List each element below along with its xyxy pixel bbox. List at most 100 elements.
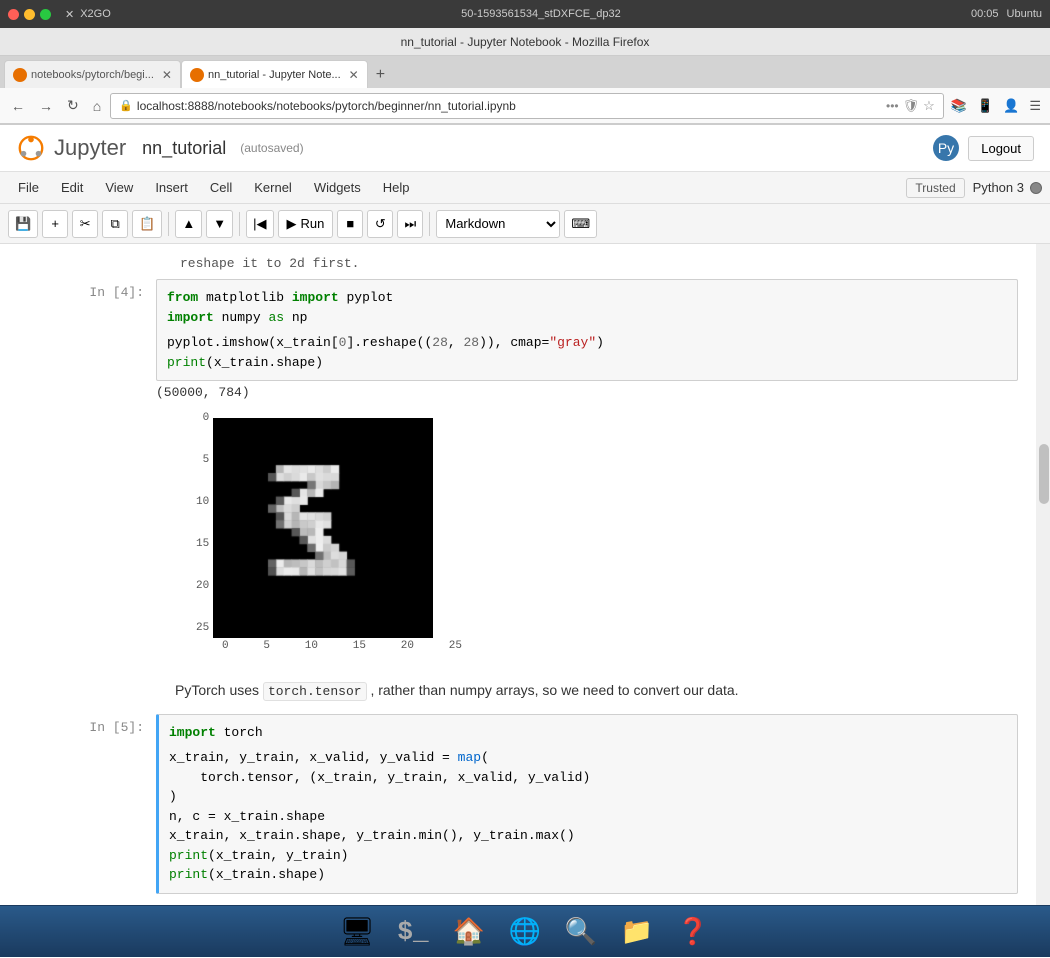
close-button[interactable] xyxy=(8,9,19,20)
terminal-icon: $_ xyxy=(397,917,428,947)
user-icon[interactable]: 👤 xyxy=(1000,95,1022,117)
x-axis-labels: 0 5 10 15 20 25 xyxy=(222,638,462,652)
move-up-button[interactable]: ▲ xyxy=(175,210,202,238)
scrollbar-thumb[interactable] xyxy=(1039,444,1049,504)
jupyter-wordmark: Jupyter xyxy=(54,135,126,161)
cut-button[interactable]: ✂ xyxy=(72,210,98,238)
jupyter-container: Jupyter nn_tutorial (autosaved) Py Logou… xyxy=(0,125,1050,958)
prev-button[interactable]: |◀ xyxy=(246,210,273,238)
forward-button[interactable]: → xyxy=(34,94,58,118)
trusted-badge: Trusted xyxy=(906,178,964,198)
menu-help[interactable]: Help xyxy=(373,176,420,199)
save-button[interactable]: 💾 xyxy=(8,210,38,238)
prose-text-before: PyTorch uses xyxy=(175,682,259,698)
taskbar-files-icon[interactable]: 📁 xyxy=(617,912,657,952)
plot-canvas-container xyxy=(213,418,433,638)
minimize-button[interactable] xyxy=(24,9,35,20)
address-text: localhost:8888/notebooks/notebooks/pytor… xyxy=(137,99,882,113)
cell-type-select[interactable]: Markdown Code Raw NBConvert Heading xyxy=(436,210,560,238)
search-icon: 🔍 xyxy=(565,916,597,947)
restart-button[interactable]: ↺ xyxy=(367,210,393,238)
add-cell-button[interactable]: + xyxy=(42,210,68,238)
system-bar-right: 00:05 Ubuntu xyxy=(971,8,1042,20)
keyboard-shortcut-button[interactable]: ⌨ xyxy=(564,210,597,238)
stop-button[interactable]: ■ xyxy=(337,210,363,238)
tab1-label: notebooks/pytorch/begi... xyxy=(31,69,154,81)
cell-4-line-5: print(x_train.shape) xyxy=(167,353,1007,373)
browser-title-text: nn_tutorial - Jupyter Notebook - Mozilla… xyxy=(401,35,650,49)
system-bar-left: ✕ X2GO xyxy=(8,8,111,21)
copy-button[interactable]: ⧉ xyxy=(102,210,128,238)
jupyter-logo: Jupyter nn_tutorial (autosaved) xyxy=(16,133,304,163)
jupyter-header-right: Py Logout xyxy=(932,134,1034,162)
cell-4-content[interactable]: from matplotlib import pyplot import num… xyxy=(156,279,1018,381)
tab1-close[interactable]: ✕ xyxy=(162,68,172,82)
files-icon: 📁 xyxy=(621,916,653,947)
reload-button[interactable]: ↻ xyxy=(62,93,84,118)
menu-widgets[interactable]: Widgets xyxy=(304,176,371,199)
synced-tabs-icon[interactable]: 📱 xyxy=(974,95,996,117)
tab2-close[interactable]: ✕ xyxy=(349,68,359,82)
autosaved-label: (autosaved) xyxy=(240,141,303,155)
notebook-wrapper: reshape it to 2d first. In [4]: from mat… xyxy=(0,244,1050,909)
system-bar-center: 50-1593561534_stDXFCE_dp32 xyxy=(461,8,621,20)
browser-tabs: notebooks/pytorch/begi... ✕ nn_tutorial … xyxy=(0,56,1050,88)
system-os: Ubuntu xyxy=(1007,8,1042,20)
address-bar[interactable]: 🔒 localhost:8888/notebooks/notebooks/pyt… xyxy=(110,93,944,119)
code-cell-4: In [4]: from matplotlib import pyplot im… xyxy=(16,279,1018,381)
x2go-label: ✕ xyxy=(65,8,74,21)
scrollbar[interactable] xyxy=(1036,244,1050,909)
notebook-title[interactable]: nn_tutorial xyxy=(142,138,226,159)
output-shape: (50000, 784) xyxy=(156,385,1018,400)
kernel-name: Python 3 xyxy=(973,180,1024,195)
more-options-icon[interactable]: ••• xyxy=(886,99,899,113)
kw-import2: import xyxy=(167,310,214,325)
star-icon[interactable]: ☆ xyxy=(923,98,935,114)
logout-button[interactable]: Logout xyxy=(968,136,1034,161)
scroll-text: reshape it to 2d first. xyxy=(180,256,359,271)
y-label-20: 20 xyxy=(196,580,209,592)
browser-tab-1[interactable]: notebooks/pytorch/begi... ✕ xyxy=(4,60,181,88)
cell-5-line-4: torch.tensor, (x_train, y_train, x_valid… xyxy=(169,768,1007,788)
cell-5-content[interactable]: import torch x_train, y_train, x_valid, … xyxy=(156,714,1018,894)
menu-file[interactable]: File xyxy=(8,176,49,199)
browser-tab-2[interactable]: nn_tutorial - Jupyter Note... ✕ xyxy=(181,60,368,88)
code-cell-5: In [5]: import torch x_train, y_train, x… xyxy=(16,714,1018,894)
new-tab-button[interactable]: + xyxy=(368,62,393,88)
taskbar-home-icon[interactable]: 🏠 xyxy=(449,912,489,952)
digit-canvas xyxy=(213,418,433,638)
menu-insert[interactable]: Insert xyxy=(145,176,198,199)
prose-text-after: , rather than numpy arrays, so we need t… xyxy=(370,682,738,698)
menu-icon[interactable]: ☰ xyxy=(1026,95,1044,117)
cell-4-line-1: from matplotlib import pyplot xyxy=(167,288,1007,308)
menu-edit[interactable]: Edit xyxy=(51,176,93,199)
lock-icon: 🔒 xyxy=(119,99,133,112)
menu-kernel[interactable]: Kernel xyxy=(244,176,302,199)
taskbar-monitor-icon[interactable]: 🖥 xyxy=(337,912,377,952)
menu-view[interactable]: View xyxy=(95,176,143,199)
back-button[interactable]: ← xyxy=(6,94,30,118)
cell-5-label: In [5]: xyxy=(16,714,156,894)
taskbar-help-icon[interactable]: ❓ xyxy=(673,912,713,952)
cell-5-line-6: n, c = x_train.shape xyxy=(169,807,1007,827)
run-button[interactable]: ▶ Run xyxy=(278,210,334,238)
menu-cell[interactable]: Cell xyxy=(200,176,242,199)
maximize-button[interactable] xyxy=(40,9,51,20)
kw-from: from xyxy=(167,290,198,305)
taskbar-search-icon[interactable]: 🔍 xyxy=(561,912,601,952)
paste-button[interactable]: 📋 xyxy=(132,210,162,238)
bookmark-icon[interactable]: 🛡 xyxy=(903,98,920,114)
home-button[interactable]: ⌂ xyxy=(88,94,106,118)
kw-print: print xyxy=(167,355,206,370)
taskbar-network-icon[interactable]: 🌐 xyxy=(505,912,545,952)
fast-forward-button[interactable]: ⏭ xyxy=(397,210,423,238)
taskbar-terminal-icon[interactable]: $_ xyxy=(393,912,433,952)
app-name: X2GO xyxy=(80,8,111,20)
code-torchtensor: torch.tensor, (x_train, y_train, x_valid… xyxy=(169,770,590,785)
jupyter-logo-icon xyxy=(16,133,46,163)
cell-5-line-5: ) xyxy=(169,787,1007,807)
move-down-button[interactable]: ▼ xyxy=(206,210,233,238)
library-icon[interactable]: 📚 xyxy=(948,95,970,117)
browser-navbar: ← → ↻ ⌂ 🔒 localhost:8888/notebooks/noteb… xyxy=(0,88,1050,124)
cell-4-label: In [4]: xyxy=(16,279,156,381)
